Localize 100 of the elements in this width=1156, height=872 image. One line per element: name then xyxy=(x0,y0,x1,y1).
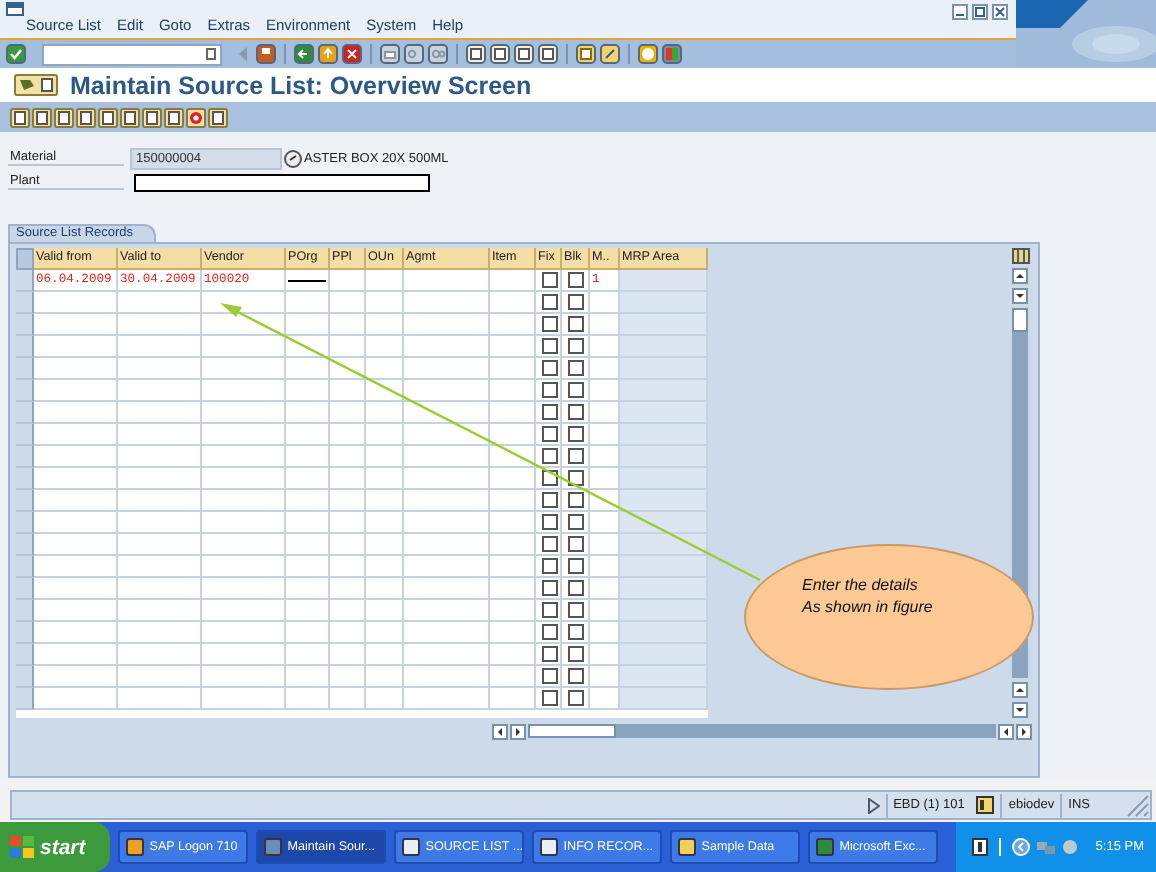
table-cell[interactable] xyxy=(34,622,118,644)
checkbox[interactable] xyxy=(568,492,584,508)
table-cell[interactable] xyxy=(590,380,620,402)
table-cell[interactable] xyxy=(620,600,708,622)
table-cell[interactable] xyxy=(34,666,118,688)
scroll-up-button[interactable] xyxy=(1012,268,1028,284)
table-cell[interactable] xyxy=(34,600,118,622)
check-icon[interactable] xyxy=(6,44,26,64)
table-cell[interactable] xyxy=(620,556,708,578)
table-cell[interactable] xyxy=(366,292,404,314)
table-cell[interactable] xyxy=(286,292,330,314)
table-cell[interactable] xyxy=(620,534,708,556)
checkbox[interactable] xyxy=(568,272,584,288)
table-cell[interactable] xyxy=(202,600,286,622)
table-cell[interactable] xyxy=(202,446,286,468)
table-cell[interactable] xyxy=(620,270,708,292)
table-cell[interactable] xyxy=(590,424,620,446)
table-cell[interactable] xyxy=(202,688,286,710)
table-cell[interactable] xyxy=(118,336,202,358)
table-cell[interactable] xyxy=(404,490,490,512)
table-cell[interactable] xyxy=(590,600,620,622)
table-cell[interactable] xyxy=(118,468,202,490)
table-cell[interactable] xyxy=(286,556,330,578)
table-cell[interactable] xyxy=(366,534,404,556)
table-cell[interactable] xyxy=(330,402,366,424)
table-cell[interactable] xyxy=(286,358,330,380)
row-selector[interactable] xyxy=(16,424,34,446)
table-cell[interactable] xyxy=(202,490,286,512)
table-cell[interactable] xyxy=(490,314,536,336)
maximize-icon[interactable] xyxy=(972,4,988,20)
checkbox[interactable] xyxy=(541,690,557,706)
table-cell[interactable] xyxy=(286,512,330,534)
table-cell[interactable] xyxy=(202,644,286,666)
row-selector[interactable] xyxy=(16,314,34,336)
table-cell[interactable] xyxy=(202,380,286,402)
table-cell[interactable] xyxy=(118,358,202,380)
table-cell[interactable] xyxy=(590,336,620,358)
table-cell[interactable] xyxy=(404,380,490,402)
table-cell[interactable] xyxy=(490,380,536,402)
row-selector[interactable] xyxy=(16,600,34,622)
checkbox[interactable] xyxy=(568,404,584,420)
checkbox[interactable] xyxy=(568,624,584,640)
table-cell[interactable] xyxy=(330,292,366,314)
table-cell[interactable] xyxy=(286,314,330,336)
table-cell[interactable] xyxy=(590,446,620,468)
table-cell[interactable] xyxy=(34,358,118,380)
table-cell[interactable] xyxy=(330,336,366,358)
row-selector[interactable] xyxy=(16,358,34,380)
table-cell[interactable] xyxy=(366,468,404,490)
table-cell[interactable] xyxy=(404,424,490,446)
table-cell[interactable] xyxy=(330,424,366,446)
checkbox[interactable] xyxy=(568,514,584,530)
table-cell[interactable] xyxy=(202,336,286,358)
checkbox[interactable] xyxy=(541,492,557,508)
table-cell[interactable] xyxy=(590,512,620,534)
table-cell[interactable] xyxy=(330,270,366,292)
row-selector[interactable] xyxy=(16,688,34,710)
table-cell[interactable] xyxy=(590,358,620,380)
table-cell[interactable] xyxy=(404,666,490,688)
table-cell[interactable] xyxy=(286,402,330,424)
table-cell[interactable] xyxy=(404,270,490,292)
table-cell[interactable] xyxy=(404,468,490,490)
table-cell[interactable] xyxy=(620,666,708,688)
chevron-icon[interactable] xyxy=(1011,838,1030,856)
info-icon[interactable] xyxy=(976,796,995,814)
table-cell[interactable] xyxy=(202,512,286,534)
table-cell[interactable] xyxy=(118,402,202,424)
table-cell[interactable] xyxy=(620,358,708,380)
table-cell[interactable] xyxy=(202,534,286,556)
checkbox[interactable] xyxy=(541,426,557,442)
table-cell[interactable] xyxy=(286,600,330,622)
table-cell[interactable] xyxy=(620,292,708,314)
select-all-cell[interactable] xyxy=(16,248,34,270)
table-cell[interactable] xyxy=(490,424,536,446)
table-cell[interactable] xyxy=(34,314,118,336)
checkbox[interactable] xyxy=(568,316,584,332)
table-cell[interactable] xyxy=(118,556,202,578)
exit-icon[interactable] xyxy=(318,44,338,64)
checkbox[interactable] xyxy=(568,338,584,354)
scroll-down-button[interactable] xyxy=(1012,288,1028,304)
table-cell[interactable] xyxy=(118,446,202,468)
column-settings-icon[interactable] xyxy=(1011,248,1029,264)
window-icon[interactable] xyxy=(6,2,24,16)
table-cell[interactable] xyxy=(366,666,404,688)
table-cell[interactable] xyxy=(620,622,708,644)
checkbox[interactable] xyxy=(541,338,557,354)
table-cell[interactable] xyxy=(286,534,330,556)
checkbox[interactable] xyxy=(568,470,584,486)
table-cell[interactable] xyxy=(202,292,286,314)
table-cell[interactable] xyxy=(366,578,404,600)
table-cell[interactable] xyxy=(202,402,286,424)
table-cell[interactable] xyxy=(366,490,404,512)
table-cell[interactable] xyxy=(490,556,536,578)
checkbox[interactable] xyxy=(568,690,584,706)
row-selector[interactable] xyxy=(16,556,34,578)
minimize-icon[interactable] xyxy=(952,4,968,20)
table-cell[interactable] xyxy=(118,490,202,512)
table-cell[interactable] xyxy=(118,578,202,600)
table-cell[interactable] xyxy=(366,314,404,336)
table-cell[interactable] xyxy=(330,556,366,578)
